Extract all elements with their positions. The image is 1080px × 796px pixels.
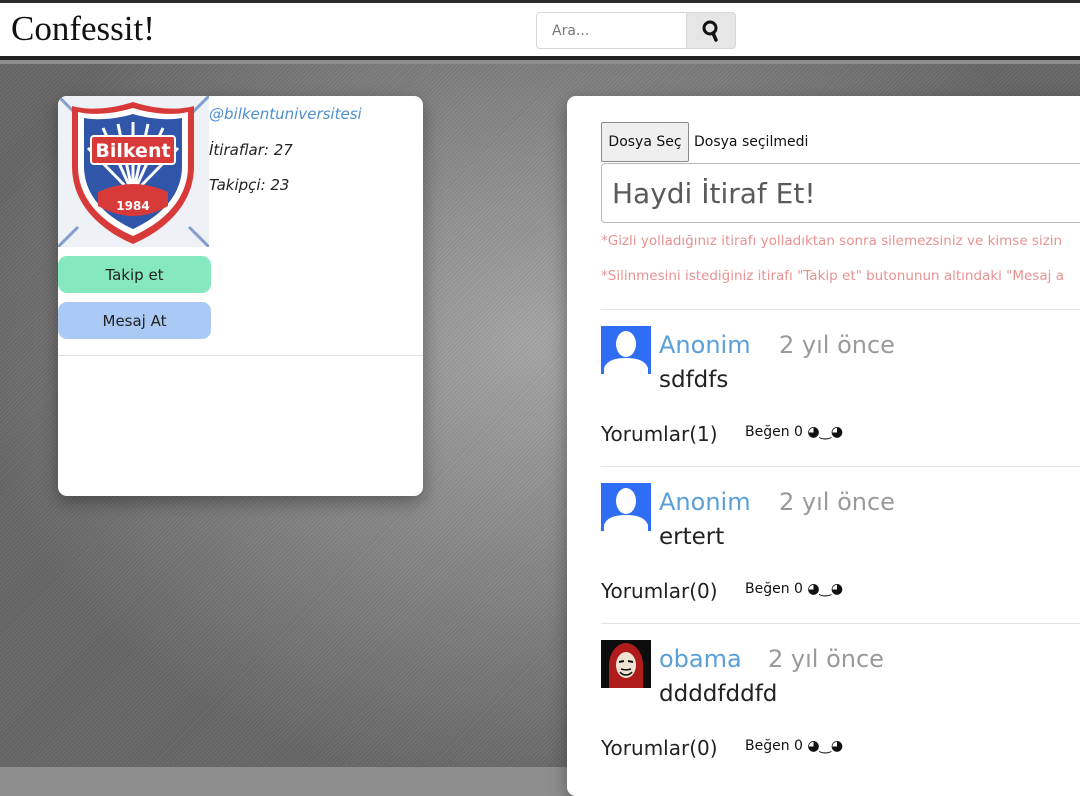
profile-handle[interactable]: @bilkentuniversitesi xyxy=(209,105,362,123)
message-button[interactable]: Mesaj At xyxy=(58,302,211,339)
feed-card: Dosya Seç Dosya seçilmedi *Gizli yolladı… xyxy=(567,96,1080,796)
follower-count: Takipçi: 23 xyxy=(209,176,290,194)
file-choose-button[interactable]: Dosya Seç xyxy=(601,122,689,162)
mask-avatar xyxy=(601,640,651,688)
default-user-icon xyxy=(601,483,651,531)
search-button[interactable] xyxy=(686,12,736,49)
post-avatar xyxy=(601,483,651,531)
comments-link[interactable]: Yorumlar(0) xyxy=(601,736,718,760)
navbar: Confessit! xyxy=(0,3,1080,60)
post-text: ertert xyxy=(659,524,725,550)
comments-link[interactable]: Yorumlar(1) xyxy=(601,422,718,446)
search-bar xyxy=(536,12,736,49)
anonymous-note: *Gizli yolladığınız itirafı yolladıktan … xyxy=(601,233,1063,249)
delete-note: *Silinmesini istediğiniz itirafı "Takip … xyxy=(601,268,1064,284)
divider xyxy=(601,466,1080,467)
like-button[interactable]: Beğen 0 ◕‿◕ xyxy=(745,424,843,440)
post-avatar xyxy=(601,640,651,688)
like-button[interactable]: Beğen 0 ◕‿◕ xyxy=(745,738,843,754)
comments-link[interactable]: Yorumlar(0) xyxy=(601,579,718,603)
post-text: sdfdfs xyxy=(659,367,729,393)
divider xyxy=(601,309,1080,310)
confession-input[interactable] xyxy=(601,163,1080,223)
search-input[interactable] xyxy=(536,12,686,49)
logo-text: Bilkent xyxy=(95,140,170,162)
post-timestamp: 2 yıl önce xyxy=(779,331,895,359)
profile-avatar: Bilkent 1984 xyxy=(58,96,211,249)
search-icon xyxy=(702,20,718,42)
post-text: ddddfddfd xyxy=(659,681,778,707)
post-timestamp: 2 yıl önce xyxy=(779,488,895,516)
profile-card: Bilkent 1984 @bilkentuniversitesi İtiraf… xyxy=(58,96,423,496)
like-button[interactable]: Beğen 0 ◕‿◕ xyxy=(745,581,843,597)
bilkent-logo: Bilkent 1984 xyxy=(58,96,211,249)
follow-button[interactable]: Takip et xyxy=(58,256,211,293)
divider xyxy=(58,355,423,356)
divider xyxy=(601,623,1080,624)
brand-logo[interactable]: Confessit! xyxy=(11,9,155,49)
logo-year: 1984 xyxy=(116,199,149,213)
post-username[interactable]: obama xyxy=(659,645,742,673)
post-username[interactable]: Anonim xyxy=(659,488,751,516)
file-status: Dosya seçilmedi xyxy=(694,134,809,150)
default-user-icon xyxy=(601,326,651,374)
post-username[interactable]: Anonim xyxy=(659,331,751,359)
post-timestamp: 2 yıl önce xyxy=(768,645,884,673)
confession-count: İtiraflar: 27 xyxy=(209,141,293,159)
post-avatar xyxy=(601,326,651,374)
